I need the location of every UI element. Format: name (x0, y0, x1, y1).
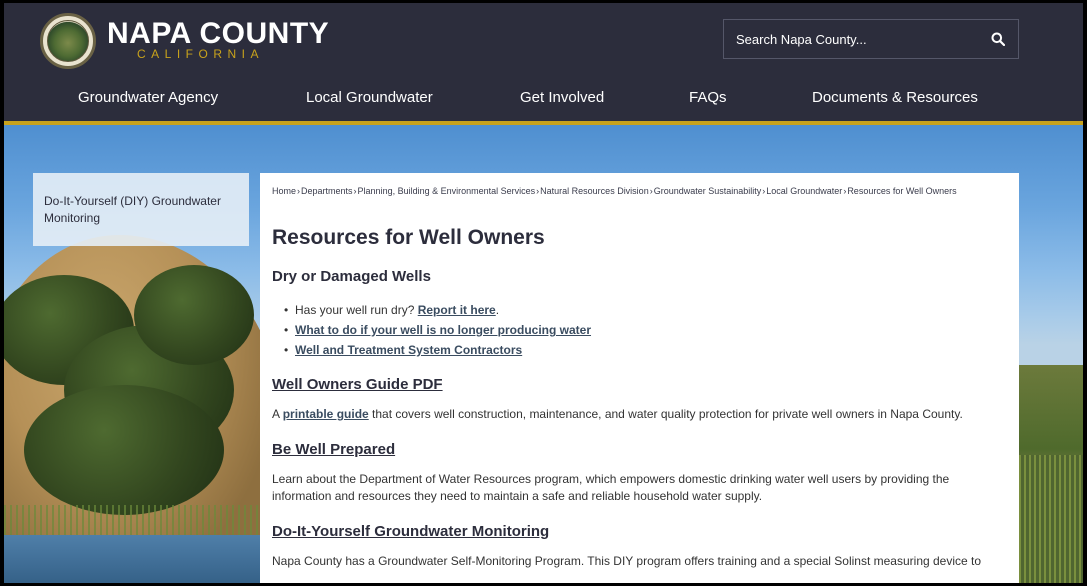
contractors-link[interactable]: Well and Treatment System Contractors (295, 343, 522, 357)
site-title[interactable]: NAPA COUNTY (107, 19, 329, 49)
dry-wells-list: Has your well run dry? Report it here. W… (272, 300, 1007, 360)
dry-wells-heading: Dry or Damaged Wells (272, 268, 431, 285)
search-input[interactable] (736, 31, 978, 47)
guide-description: A printable guide that covers well const… (272, 406, 1007, 423)
sidebar-item-diy-monitoring[interactable]: Do-It-Yourself (DIY) Groundwater Monitor… (44, 193, 239, 227)
breadcrumb-home[interactable]: Home (272, 186, 296, 196)
right-grass (1019, 455, 1083, 583)
breadcrumb-departments[interactable]: Departments (301, 186, 353, 196)
nav-item-faqs[interactable]: FAQs (689, 89, 727, 106)
list-item: Well and Treatment System Contractors (284, 340, 1007, 360)
report-it-here-link[interactable]: Report it here (418, 303, 496, 317)
no-longer-producing-link[interactable]: What to do if your well is no longer pro… (295, 323, 591, 337)
breadcrumb: Home›Departments›Planning, Building & En… (272, 185, 972, 198)
side-navigation: Do-It-Yourself (DIY) Groundwater Monitor… (33, 173, 249, 246)
breadcrumb-current: Resources for Well Owners (847, 186, 957, 196)
main-navigation: Groundwater Agency Local Groundwater Get… (4, 83, 1083, 115)
page-title: Resources for Well Owners (272, 226, 545, 249)
list-item: Has your well run dry? Report it here. (284, 300, 1007, 320)
list-item-period: . (495, 303, 500, 317)
main-content: Home›Departments›Planning, Building & En… (260, 173, 1019, 583)
site-subtitle: CALIFORNIA (137, 47, 265, 61)
tree-cluster (134, 265, 254, 365)
search-box (723, 19, 1019, 59)
well-owners-guide-link[interactable]: Well Owners Guide PDF (272, 376, 443, 394)
breadcrumb-planning[interactable]: Planning, Building & Environmental Servi… (358, 186, 536, 196)
browser-viewport: NAPA COUNTY CALIFORNIA Groundwater Agenc… (4, 3, 1083, 583)
diy-monitoring-link[interactable]: Do-It-Yourself Groundwater Monitoring (272, 523, 549, 541)
guide-section: Well Owners Guide PDF A printable guide … (272, 376, 1007, 423)
guide-text-post: that covers well construction, maintenan… (368, 407, 963, 421)
county-seal-logo[interactable] (40, 13, 96, 69)
breadcrumb-natural-resources[interactable]: Natural Resources Division (540, 186, 649, 196)
nav-item-local-groundwater[interactable]: Local Groundwater (306, 89, 433, 106)
header-accent-rule (4, 121, 1083, 125)
be-well-prepared-link[interactable]: Be Well Prepared (272, 441, 395, 459)
site-header: NAPA COUNTY CALIFORNIA Groundwater Agenc… (4, 3, 1083, 121)
prepared-section: Be Well Prepared Learn about the Departm… (272, 441, 1007, 505)
breadcrumb-groundwater-sustainability[interactable]: Groundwater Sustainability (654, 186, 762, 196)
lake-water (4, 535, 284, 583)
diy-section: Do-It-Yourself Groundwater Monitoring Na… (272, 523, 1007, 570)
breadcrumb-local-groundwater[interactable]: Local Groundwater (766, 186, 842, 196)
search-button[interactable] (978, 20, 1018, 58)
list-item: What to do if your well is no longer pro… (284, 320, 1007, 340)
tree-cluster (24, 385, 224, 515)
nav-item-groundwater-agency[interactable]: Groundwater Agency (78, 89, 218, 106)
seal-emblem (47, 20, 89, 62)
guide-text-pre: A (272, 407, 283, 421)
diy-description: Napa County has a Groundwater Self-Monit… (272, 554, 982, 568)
printable-guide-link[interactable]: printable guide (283, 407, 369, 421)
nav-item-documents-resources[interactable]: Documents & Resources (812, 89, 978, 106)
prepared-description: Learn about the Department of Water Reso… (272, 472, 950, 503)
list-item-text: Has your well run dry? (295, 303, 418, 317)
nav-item-get-involved[interactable]: Get Involved (520, 89, 604, 106)
search-icon (991, 32, 1005, 46)
